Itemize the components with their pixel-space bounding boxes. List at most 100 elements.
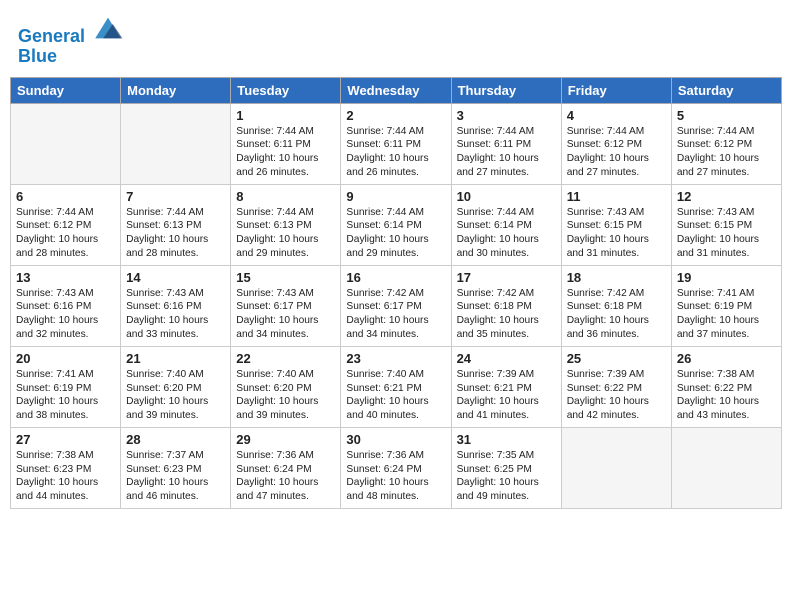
logo-icon (92, 14, 124, 42)
day-info: Sunrise: 7:43 AM Sunset: 6:15 PM Dayligh… (677, 206, 776, 261)
calendar-cell: 3 Sunrise: 7:44 AM Sunset: 6:11 PM Daylig… (451, 103, 561, 184)
day-info: Sunrise: 7:43 AM Sunset: 6:15 PM Dayligh… (567, 206, 666, 261)
calendar-cell: 20 Sunrise: 7:41 AM Sunset: 6:19 PM Dayli… (11, 346, 121, 427)
calendar-week-1: 1 Sunrise: 7:44 AM Sunset: 6:11 PM Daylig… (11, 103, 782, 184)
day-number: 18 (567, 270, 666, 285)
calendar-cell: 7Sunrise: 7:44 AM Sunset: 6:13 PM Daylig… (121, 184, 231, 265)
day-number: 29 (236, 432, 335, 447)
calendar-week-2: 6 Sunrise: 7:44 AM Sunset: 6:12 PM Daylig… (11, 184, 782, 265)
calendar-table: SundayMondayTuesdayWednesdayThursdayFrid… (10, 77, 782, 509)
calendar-cell: 11 Sunrise: 7:43 AM Sunset: 6:15 PM Dayli… (561, 184, 671, 265)
logo-general: General (18, 26, 85, 46)
calendar-cell: 15Sunrise: 7:43 AM Sunset: 6:17 PM Dayli… (231, 265, 341, 346)
day-number: 17 (457, 270, 556, 285)
calendar-cell: 14 Sunrise: 7:43 AM Sunset: 6:16 PM Dayli… (121, 265, 231, 346)
day-number: 23 (346, 351, 445, 366)
calendar-cell: 24 Sunrise: 7:39 AM Sunset: 6:21 PM Dayli… (451, 346, 561, 427)
col-header-wednesday: Wednesday (341, 77, 451, 103)
day-number: 13 (16, 270, 115, 285)
calendar-cell: 6 Sunrise: 7:44 AM Sunset: 6:12 PM Daylig… (11, 184, 121, 265)
calendar-cell (561, 427, 671, 508)
calendar-cell: 9 Sunrise: 7:44 AM Sunset: 6:14 PM Daylig… (341, 184, 451, 265)
day-info: Sunrise: 7:44 AM Sunset: 6:11 PM Dayligh… (346, 125, 445, 180)
day-info: Sunrise: 7:42 AM Sunset: 6:18 PM Dayligh… (457, 287, 556, 342)
col-header-sunday: Sunday (11, 77, 121, 103)
day-number: 14 (126, 270, 225, 285)
day-info: Sunrise: 7:37 AM Sunset: 6:23 PM Dayligh… (126, 449, 225, 504)
calendar-cell: 13 Sunrise: 7:43 AM Sunset: 6:16 PM Dayli… (11, 265, 121, 346)
day-number: 8 (236, 189, 335, 204)
calendar-cell: 26 Sunrise: 7:38 AM Sunset: 6:22 PM Dayli… (671, 346, 781, 427)
day-info: Sunrise: 7:44 AM Sunset: 6:14 PM Dayligh… (346, 206, 445, 261)
day-info: Sunrise: 7:35 AM Sunset: 6:25 PM Dayligh… (457, 449, 556, 504)
calendar-cell: 16Sunrise: 7:42 AM Sunset: 6:17 PM Dayli… (341, 265, 451, 346)
day-info: Sunrise: 7:36 AM Sunset: 6:24 PM Dayligh… (346, 449, 445, 504)
day-number: 22 (236, 351, 335, 366)
day-info: Sunrise: 7:44 AM Sunset: 6:12 PM Dayligh… (677, 125, 776, 180)
calendar-cell: 4Sunrise: 7:44 AM Sunset: 6:12 PM Daylig… (561, 103, 671, 184)
day-info: Sunrise: 7:44 AM Sunset: 6:14 PM Dayligh… (457, 206, 556, 261)
day-info: Sunrise: 7:41 AM Sunset: 6:19 PM Dayligh… (677, 287, 776, 342)
calendar-cell: 23 Sunrise: 7:40 AM Sunset: 6:21 PM Dayli… (341, 346, 451, 427)
calendar-header-row: SundayMondayTuesdayWednesdayThursdayFrid… (11, 77, 782, 103)
calendar-cell (671, 427, 781, 508)
col-header-saturday: Saturday (671, 77, 781, 103)
day-info: Sunrise: 7:44 AM Sunset: 6:12 PM Dayligh… (16, 206, 115, 261)
day-number: 9 (346, 189, 445, 204)
day-info: Sunrise: 7:41 AM Sunset: 6:19 PM Dayligh… (16, 368, 115, 423)
calendar-cell: 19Sunrise: 7:41 AM Sunset: 6:19 PM Dayli… (671, 265, 781, 346)
day-info: Sunrise: 7:39 AM Sunset: 6:22 PM Dayligh… (567, 368, 666, 423)
day-info: Sunrise: 7:40 AM Sunset: 6:20 PM Dayligh… (126, 368, 225, 423)
day-number: 3 (457, 108, 556, 123)
calendar-week-3: 13 Sunrise: 7:43 AM Sunset: 6:16 PM Dayli… (11, 265, 782, 346)
day-number: 6 (16, 189, 115, 204)
day-number: 12 (677, 189, 776, 204)
calendar-cell: 2 Sunrise: 7:44 AM Sunset: 6:11 PM Daylig… (341, 103, 451, 184)
logo-blue: Blue (18, 46, 57, 66)
day-number: 1 (236, 108, 335, 123)
calendar-cell: 31Sunrise: 7:35 AM Sunset: 6:25 PM Dayli… (451, 427, 561, 508)
col-header-thursday: Thursday (451, 77, 561, 103)
day-number: 24 (457, 351, 556, 366)
day-info: Sunrise: 7:43 AM Sunset: 6:16 PM Dayligh… (16, 287, 115, 342)
day-info: Sunrise: 7:38 AM Sunset: 6:22 PM Dayligh… (677, 368, 776, 423)
day-number: 20 (16, 351, 115, 366)
day-number: 28 (126, 432, 225, 447)
calendar-cell: 1 Sunrise: 7:44 AM Sunset: 6:11 PM Daylig… (231, 103, 341, 184)
day-info: Sunrise: 7:44 AM Sunset: 6:11 PM Dayligh… (457, 125, 556, 180)
day-info: Sunrise: 7:39 AM Sunset: 6:21 PM Dayligh… (457, 368, 556, 423)
day-number: 30 (346, 432, 445, 447)
day-info: Sunrise: 7:44 AM Sunset: 6:11 PM Dayligh… (236, 125, 335, 180)
day-info: Sunrise: 7:40 AM Sunset: 6:21 PM Dayligh… (346, 368, 445, 423)
col-header-monday: Monday (121, 77, 231, 103)
day-number: 5 (677, 108, 776, 123)
calendar-cell: 30 Sunrise: 7:36 AM Sunset: 6:24 PM Dayli… (341, 427, 451, 508)
col-header-friday: Friday (561, 77, 671, 103)
day-number: 11 (567, 189, 666, 204)
calendar-week-5: 27 Sunrise: 7:38 AM Sunset: 6:23 PM Dayli… (11, 427, 782, 508)
calendar-cell: 27 Sunrise: 7:38 AM Sunset: 6:23 PM Dayli… (11, 427, 121, 508)
day-info: Sunrise: 7:44 AM Sunset: 6:13 PM Dayligh… (236, 206, 335, 261)
day-number: 4 (567, 108, 666, 123)
day-info: Sunrise: 7:36 AM Sunset: 6:24 PM Dayligh… (236, 449, 335, 504)
day-info: Sunrise: 7:43 AM Sunset: 6:16 PM Dayligh… (126, 287, 225, 342)
calendar-cell: 8 Sunrise: 7:44 AM Sunset: 6:13 PM Daylig… (231, 184, 341, 265)
day-number: 2 (346, 108, 445, 123)
day-number: 26 (677, 351, 776, 366)
calendar-cell: 10 Sunrise: 7:44 AM Sunset: 6:14 PM Dayli… (451, 184, 561, 265)
day-info: Sunrise: 7:42 AM Sunset: 6:18 PM Dayligh… (567, 287, 666, 342)
day-number: 27 (16, 432, 115, 447)
day-info: Sunrise: 7:40 AM Sunset: 6:20 PM Dayligh… (236, 368, 335, 423)
day-number: 25 (567, 351, 666, 366)
day-info: Sunrise: 7:38 AM Sunset: 6:23 PM Dayligh… (16, 449, 115, 504)
page-header: General Blue (10, 10, 782, 71)
calendar-cell (11, 103, 121, 184)
calendar-cell: 17 Sunrise: 7:42 AM Sunset: 6:18 PM Dayli… (451, 265, 561, 346)
day-number: 7 (126, 189, 225, 204)
calendar-cell: 22 Sunrise: 7:40 AM Sunset: 6:20 PM Dayli… (231, 346, 341, 427)
day-number: 15 (236, 270, 335, 285)
calendar-week-4: 20 Sunrise: 7:41 AM Sunset: 6:19 PM Dayli… (11, 346, 782, 427)
day-number: 10 (457, 189, 556, 204)
calendar-cell: 12 Sunrise: 7:43 AM Sunset: 6:15 PM Dayli… (671, 184, 781, 265)
day-number: 21 (126, 351, 225, 366)
